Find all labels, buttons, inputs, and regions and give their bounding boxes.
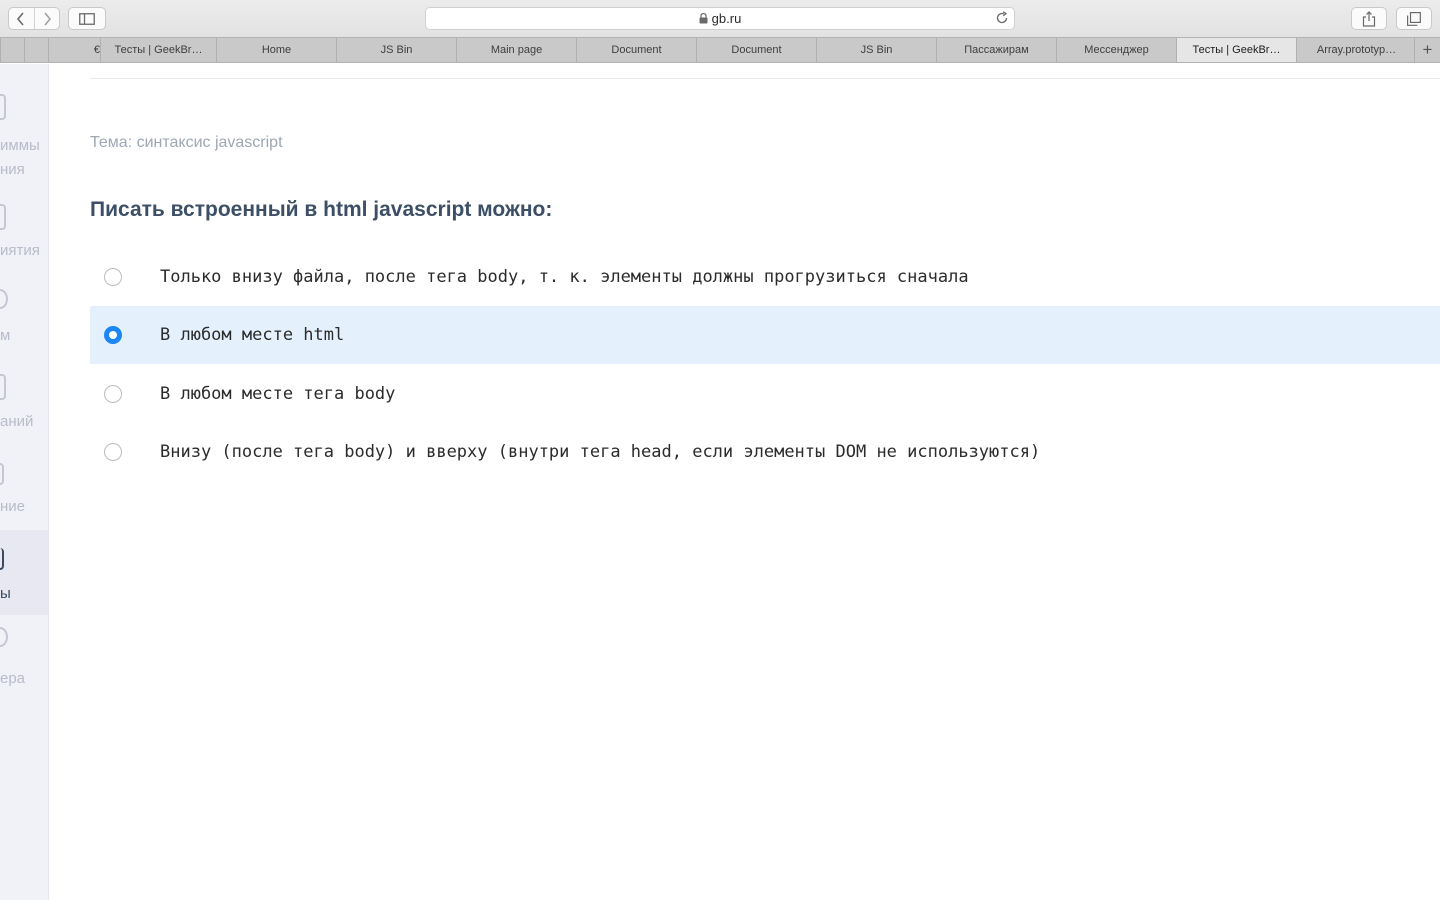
answer-text: В любом месте тега body: [160, 384, 396, 404]
sidebar-item-info[interactable]: ние: [0, 449, 48, 534]
tab-overview-button[interactable]: [1396, 7, 1432, 30]
tab-item[interactable]: Тесты | GeekBr…: [100, 38, 216, 62]
tab-item[interactable]: Document: [576, 38, 696, 62]
radio-button[interactable]: [104, 443, 122, 461]
pinned-tab[interactable]: [0, 38, 24, 62]
answer-text: Внизу (после тега body) и вверху (внутри…: [160, 442, 1041, 462]
sidebar-item-label: ние: [0, 498, 26, 515]
sidebar-item-tasks[interactable]: аний: [0, 364, 48, 449]
sidebar-item-tests[interactable]: ы: [0, 530, 48, 615]
chevron-right-icon: [44, 11, 52, 26]
quiz-question: Писать встроенный в html javascript можн…: [90, 198, 553, 221]
answer-option[interactable]: Только внизу файла, после тега body, т. …: [90, 248, 1440, 306]
nav-buttons: [8, 7, 60, 30]
task-icon: [0, 374, 6, 400]
browser-toolbar: gb.ru: [0, 0, 1440, 37]
forward-button[interactable]: [33, 8, 59, 29]
lock-icon: [699, 13, 708, 24]
radio-button[interactable]: [104, 268, 122, 286]
tab-item[interactable]: Мессенджер: [1056, 38, 1176, 62]
url-text: gb.ru: [711, 11, 742, 26]
answer-option[interactable]: Внизу (после тега body) и вверху (внутри…: [90, 423, 1440, 481]
answer-option[interactable]: В любом месте тега body: [90, 365, 1440, 423]
sidebar-item-career[interactable]: ера: [0, 615, 48, 700]
lesson-icon: [0, 204, 6, 230]
sidebar-item-label: иятия: [0, 242, 40, 259]
sidebar-item-label: иммы ния: [0, 137, 40, 178]
sidebar-item-label: аний: [0, 413, 34, 430]
header-divider: [90, 78, 1440, 79]
tab-item[interactable]: Array.prototyp…: [1296, 38, 1416, 62]
tab-item[interactable]: Document: [696, 38, 816, 62]
chat-icon: [0, 289, 8, 309]
tab-item[interactable]: JS Bin: [336, 38, 456, 62]
new-tab-button[interactable]: +: [1414, 38, 1440, 62]
answer-text: Только внизу файла, после тега body, т. …: [160, 267, 969, 287]
reload-icon[interactable]: [995, 11, 1009, 25]
quiz-topic: Тема: синтаксис javascript: [90, 134, 283, 151]
radio-button-checked[interactable]: [104, 326, 122, 344]
tab-item[interactable]: Home: [216, 38, 336, 62]
address-bar[interactable]: gb.ru: [425, 7, 1015, 30]
sidebar-item-chat[interactable]: м: [0, 279, 48, 364]
program-icon: [0, 94, 6, 120]
test-icon: [0, 548, 4, 570]
tab-item[interactable]: Main page: [456, 38, 576, 62]
tab-item[interactable]: JS Bin: [816, 38, 936, 62]
answer-option-selected[interactable]: В любом месте html: [90, 306, 1440, 364]
sidebar-icon: [79, 12, 95, 25]
share-button[interactable]: [1351, 7, 1387, 30]
chevron-left-icon: [17, 11, 25, 26]
sidebar-item-label: ера: [0, 670, 26, 687]
tab-partial[interactable]: €: [48, 38, 100, 62]
back-button[interactable]: [9, 8, 34, 29]
show-sidebar-button[interactable]: [68, 7, 106, 30]
tab-item-active[interactable]: Тесты | GeekBr…: [1176, 38, 1296, 62]
pinned-tab[interactable]: [24, 38, 48, 62]
tab-overview-icon: [1407, 11, 1421, 26]
sidebar-item-programs[interactable]: иммы ния: [0, 88, 48, 188]
tab-item[interactable]: Пассажирам: [936, 38, 1056, 62]
tab-strip: € Тесты | GeekBr… Home JS Bin Main page …: [0, 37, 1440, 63]
career-icon: [0, 627, 8, 647]
app-sidebar: иммы ния иятия м аний ние ы ера: [0, 64, 49, 900]
sidebar-item-label: ы: [0, 585, 11, 602]
info-icon: [0, 463, 4, 485]
share-icon: [1362, 10, 1376, 27]
answer-text: В любом месте html: [160, 325, 345, 345]
radio-button[interactable]: [104, 385, 122, 403]
sidebar-item-lessons[interactable]: иятия: [0, 194, 48, 279]
sidebar-item-label: м: [0, 327, 11, 344]
